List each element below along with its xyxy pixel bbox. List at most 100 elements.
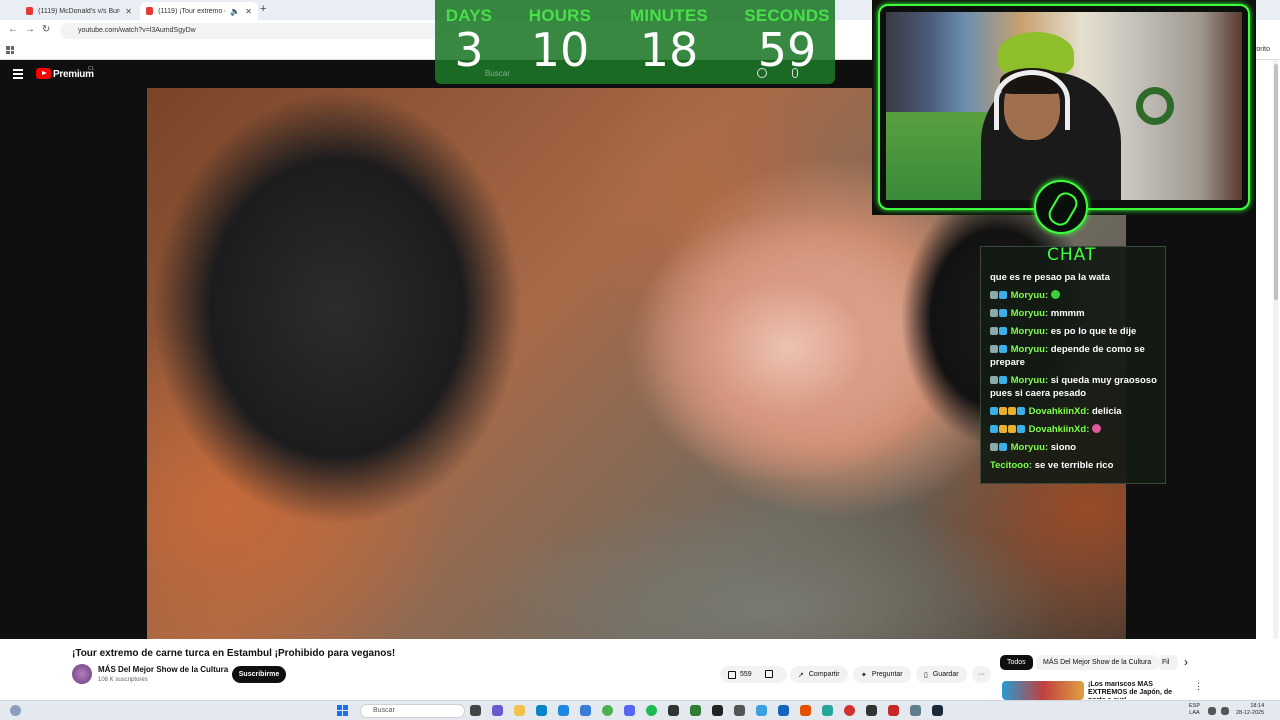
badge-icon <box>999 345 1007 353</box>
scrollbar-thumb[interactable] <box>1274 64 1278 300</box>
edge-icon[interactable] <box>536 705 547 716</box>
chat-username: Moryuu <box>1010 326 1045 337</box>
chat-username: DovahkiinXd <box>1028 406 1087 417</box>
kebab-menu-icon[interactable]: ⋮ <box>1194 681 1203 692</box>
language-indicator[interactable]: ESP LAA <box>1189 703 1200 717</box>
chrome-icon[interactable] <box>602 705 613 716</box>
browser-tab-2[interactable]: (1119) ¡Tour extremo de ca 🔈 ✕ <box>140 2 258 20</box>
store-icon[interactable] <box>558 705 569 716</box>
crown-badge-icon <box>999 425 1007 433</box>
app-icon[interactable] <box>668 705 679 716</box>
settings-icon[interactable] <box>910 705 921 716</box>
taskbar-search-placeholder: Buscar <box>373 707 395 714</box>
chip-all[interactable]: Todos <box>1000 655 1033 670</box>
countdown-hours: HOURS 10 <box>525 6 595 74</box>
recommended-title[interactable]: ¡Los mariscos MÁS EXTREMOS de Japón, de … <box>1088 681 1188 699</box>
recommended-thumbnail[interactable] <box>1002 681 1084 700</box>
app-icon[interactable] <box>888 705 899 716</box>
app-icon[interactable] <box>844 705 855 716</box>
windows-taskbar: Buscar ESP LAA 18:14 28-12-2025 <box>0 700 1280 720</box>
menu-icon[interactable] <box>13 69 23 81</box>
channel-name[interactable]: MÁS Del Mejor Show de la Cultura <box>98 665 228 674</box>
chat-message: Moryuu: siono <box>990 441 1162 454</box>
app-icon[interactable] <box>734 705 745 716</box>
network-icon[interactable] <box>1208 707 1216 715</box>
chat-title: CHAT <box>1047 245 1097 265</box>
badge-icon <box>999 309 1007 317</box>
reload-icon[interactable]: ↻ <box>42 24 50 35</box>
file-explorer-icon[interactable] <box>514 705 525 716</box>
badge-icon <box>1008 425 1016 433</box>
chip-filter[interactable]: Fil <box>1158 655 1178 670</box>
browser-tab-1[interactable]: (1119) McDonald's v/s Burger K ✕ <box>20 2 138 20</box>
save-button[interactable]: ▯ Guardar <box>916 666 967 683</box>
countdown-minutes: MINUTES 18 <box>625 6 713 74</box>
apps-grid-icon[interactable] <box>6 46 14 54</box>
video-info-section: ¡Tour extremo de carne turca en Estambul… <box>0 639 1280 700</box>
share-button[interactable]: ↗ Compartir <box>790 666 848 683</box>
bookmark-icon: ▯ <box>924 671 928 679</box>
countdown-value: 10 <box>530 23 590 77</box>
emote-icon <box>1050 290 1060 299</box>
address-bar[interactable]: youtube.com/watch?v=l3AumdSgyDw <box>60 23 460 39</box>
discord-icon[interactable] <box>624 705 635 716</box>
chat-message: DovahkiinXd: delicia <box>990 405 1162 418</box>
ask-button[interactable]: ✦ Preguntar <box>853 666 911 683</box>
like-count: 559 <box>740 671 752 678</box>
countdown-value: 59 <box>757 23 817 77</box>
spotify-icon[interactable] <box>646 705 657 716</box>
badge-icon <box>990 291 998 299</box>
chat-message: Moryuu: si queda muy graososo pues si ca… <box>990 375 1157 399</box>
video-frame-glove-left <box>147 88 597 608</box>
app-icon[interactable] <box>492 705 503 716</box>
steam-icon[interactable] <box>932 705 943 716</box>
chat-message: que es re pesao pa la wata <box>990 271 1162 284</box>
like-button[interactable]: 559 <box>728 670 752 679</box>
stream-chat-overlay: CHAT que es re pesao pa la wata Moryuu: … <box>980 245 1166 484</box>
clock-time: 18:14 <box>1250 703 1265 709</box>
sparkle-icon: ✦ <box>861 671 867 679</box>
system-clock[interactable]: 18:14 28-12-2025 <box>1236 703 1264 717</box>
dislike-button[interactable] <box>764 669 773 680</box>
mail-icon[interactable] <box>580 705 591 716</box>
task-view-icon[interactable] <box>470 705 481 716</box>
youtube-logo-icon[interactable] <box>36 68 51 79</box>
badge-icon <box>990 407 998 415</box>
tab-title: (1119) McDonald's v/s Burger K <box>38 7 120 15</box>
video-title: ¡Tour extremo de carne turca en Estambul… <box>72 648 396 659</box>
channel-avatar[interactable] <box>72 664 92 684</box>
volume-icon[interactable] <box>1221 707 1229 715</box>
app-icon[interactable] <box>800 705 811 716</box>
close-tab-icon[interactable]: ✕ <box>125 7 132 16</box>
more-actions-button[interactable]: ··· <box>972 666 991 683</box>
forward-arrow-icon[interactable]: → <box>25 24 35 35</box>
webcam-neon-frame <box>878 4 1250 210</box>
youtube-search-input[interactable]: Buscar <box>485 69 510 78</box>
windows-start-icon[interactable] <box>337 705 348 716</box>
search-icon[interactable] <box>757 68 767 78</box>
app-icon[interactable] <box>822 705 833 716</box>
microphone-icon[interactable] <box>792 68 798 78</box>
chip-channel[interactable]: MÁS Del Mejor Show de la Cultura <box>1036 655 1159 670</box>
close-tab-icon[interactable]: ✕ <box>245 7 252 16</box>
app-icon[interactable] <box>756 705 767 716</box>
badge-icon <box>990 345 998 353</box>
chip-next-arrow-icon[interactable]: › <box>1184 655 1188 669</box>
app-icon[interactable] <box>866 705 877 716</box>
app-icon[interactable] <box>778 705 789 716</box>
taskbar-search-input[interactable]: Buscar <box>360 704 465 718</box>
speaker-icon[interactable]: 🔈 <box>230 7 240 16</box>
new-tab-button[interactable]: + <box>260 3 266 15</box>
countdown-overlay: DAYS 3 HOURS 10 MINUTES 18 SECONDS 59 Bu… <box>435 0 835 84</box>
subscribe-button[interactable]: Suscribirme <box>232 666 286 683</box>
badge-icon <box>990 425 998 433</box>
streamer-logo-icon <box>1034 180 1088 234</box>
chat-username: Moryuu <box>1010 290 1045 301</box>
chat-messages: que es re pesao pa la wata Moryuu: Moryu… <box>990 271 1162 477</box>
weather-icon[interactable] <box>10 705 21 716</box>
share-label: Compartir <box>808 671 840 678</box>
terminal-icon[interactable] <box>712 705 723 716</box>
badge-icon <box>999 327 1007 335</box>
back-arrow-icon[interactable]: ← <box>8 24 18 35</box>
app-icon[interactable] <box>690 705 701 716</box>
